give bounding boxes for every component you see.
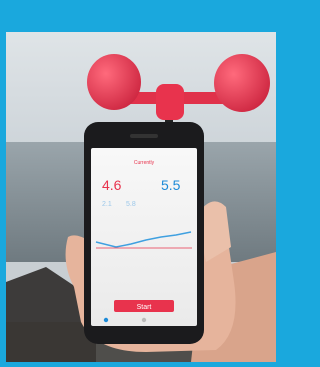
app-header: Currently xyxy=(134,160,155,166)
wind-speed-value: 4.6 xyxy=(102,177,122,193)
anemometer-cup-right xyxy=(214,54,270,112)
photo: Currently 4.6 5.5 2.1 5.8 Start xyxy=(6,32,276,362)
sub-value-left: 2.1 xyxy=(102,201,112,208)
photo-frame: Currently 4.6 5.5 2.1 5.8 Start xyxy=(6,32,276,362)
start-button-label: Start xyxy=(137,304,152,311)
tab-icon-left xyxy=(103,317,109,323)
tab-icon-center xyxy=(141,317,147,323)
sub-value-right: 5.8 xyxy=(126,201,136,208)
anemometer-hub xyxy=(156,84,184,120)
anemometer-cup-left xyxy=(87,54,141,110)
phone-screen xyxy=(91,148,197,326)
gust-speed-value: 5.5 xyxy=(161,177,181,193)
